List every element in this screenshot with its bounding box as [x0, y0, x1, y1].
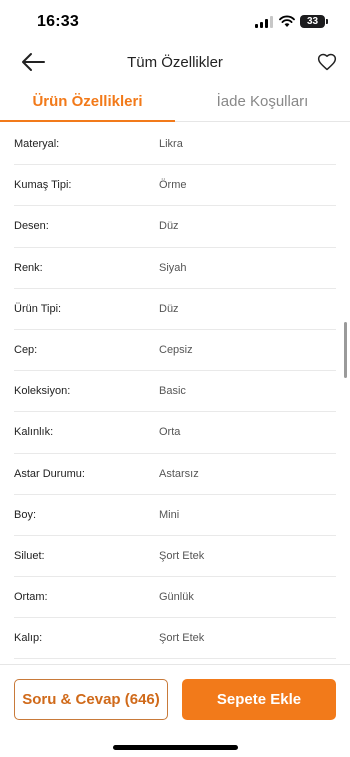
attribute-value: Astarsız: [159, 467, 199, 480]
attribute-row: Kalınlık: Orta: [14, 412, 336, 454]
attribute-row: Ürün Tipi: Düz: [14, 289, 336, 330]
attribute-list[interactable]: Materyal: Likra Kumaş Tipi: Örme Desen: …: [0, 124, 350, 664]
attribute-row: Boy: Mini: [14, 495, 336, 536]
attribute-row: Astar Durumu: Astarsız: [14, 454, 336, 495]
attribute-name: Materyal:: [14, 138, 60, 151]
signal-icon: [255, 16, 273, 28]
attribute-value: Siyah: [159, 261, 187, 274]
battery-icon: 33: [300, 15, 328, 28]
attribute-value: Likra: [159, 138, 183, 151]
attribute-row: Desen: Düz: [14, 206, 336, 248]
attribute-name: Renk:: [14, 261, 43, 274]
attribute-row: Ortam: Günlük: [14, 577, 336, 619]
attribute-value: Şort Etek: [159, 632, 205, 645]
attribute-value: Şort Etek: [159, 549, 205, 562]
attribute-name: Ürün Tipi:: [14, 302, 62, 315]
attribute-name: Boy:: [14, 508, 37, 521]
page-title: Tüm Özellikler: [127, 54, 223, 71]
attribute-row: Koleksiyon: Basic: [14, 371, 336, 413]
attribute-value: Örme: [159, 179, 187, 192]
status-time: 16:33: [37, 13, 79, 30]
attribute-value: Düz: [159, 220, 179, 233]
attribute-name: Siluet:: [14, 549, 45, 562]
battery-level: 33: [306, 16, 319, 27]
tab-return-conditions[interactable]: İade Koşulları: [175, 82, 350, 122]
scrollbar-thumb[interactable]: [344, 322, 347, 378]
attribute-row: Kumaş Tipi: Örme: [14, 165, 336, 207]
attribute-value: Mini: [159, 508, 180, 521]
tab-bar: Ürün Özellikleri İade Koşulları: [0, 82, 350, 122]
bottom-action-bar: Soru & Cevap (646) Sepete Ekle: [0, 664, 350, 757]
attribute-name: Astar Durumu:: [14, 467, 85, 480]
attribute-value: Düz: [159, 302, 179, 315]
attribute-value: Basic: [159, 385, 186, 398]
attribute-value: Cepsiz: [159, 344, 193, 357]
questions-answers-button[interactable]: Soru & Cevap (646): [14, 679, 168, 720]
add-to-cart-button[interactable]: Sepete Ekle: [182, 679, 336, 720]
attribute-name: Ortam:: [14, 591, 48, 604]
attribute-row: Materyal: Likra: [14, 124, 336, 166]
attribute-name: Kumaş Tipi:: [14, 179, 72, 192]
heart-outline-icon[interactable]: [317, 52, 337, 72]
wifi-icon: [279, 15, 295, 27]
attribute-name: Kalıp:: [14, 632, 43, 645]
attribute-row: Cep: Cepsiz: [14, 330, 336, 372]
attribute-row: Kalıp: Şort Etek: [14, 618, 336, 660]
attribute-row: Renk: Siyah: [14, 248, 336, 289]
attribute-name: Desen:: [14, 220, 49, 233]
attribute-value: Günlük: [159, 591, 194, 604]
nav-bar: Tüm Özellikler: [0, 44, 350, 82]
tab-product-features[interactable]: Ürün Özellikleri: [0, 82, 175, 122]
home-indicator[interactable]: [113, 745, 238, 750]
attribute-name: Kalınlık:: [14, 426, 54, 439]
attribute-value: Orta: [159, 426, 181, 439]
attribute-row: Siluet: Şort Etek: [14, 536, 336, 578]
attribute-name: Cep:: [14, 344, 38, 357]
attribute-name: Koleksiyon:: [14, 385, 71, 398]
status-bar: 16:33 33: [0, 0, 350, 44]
